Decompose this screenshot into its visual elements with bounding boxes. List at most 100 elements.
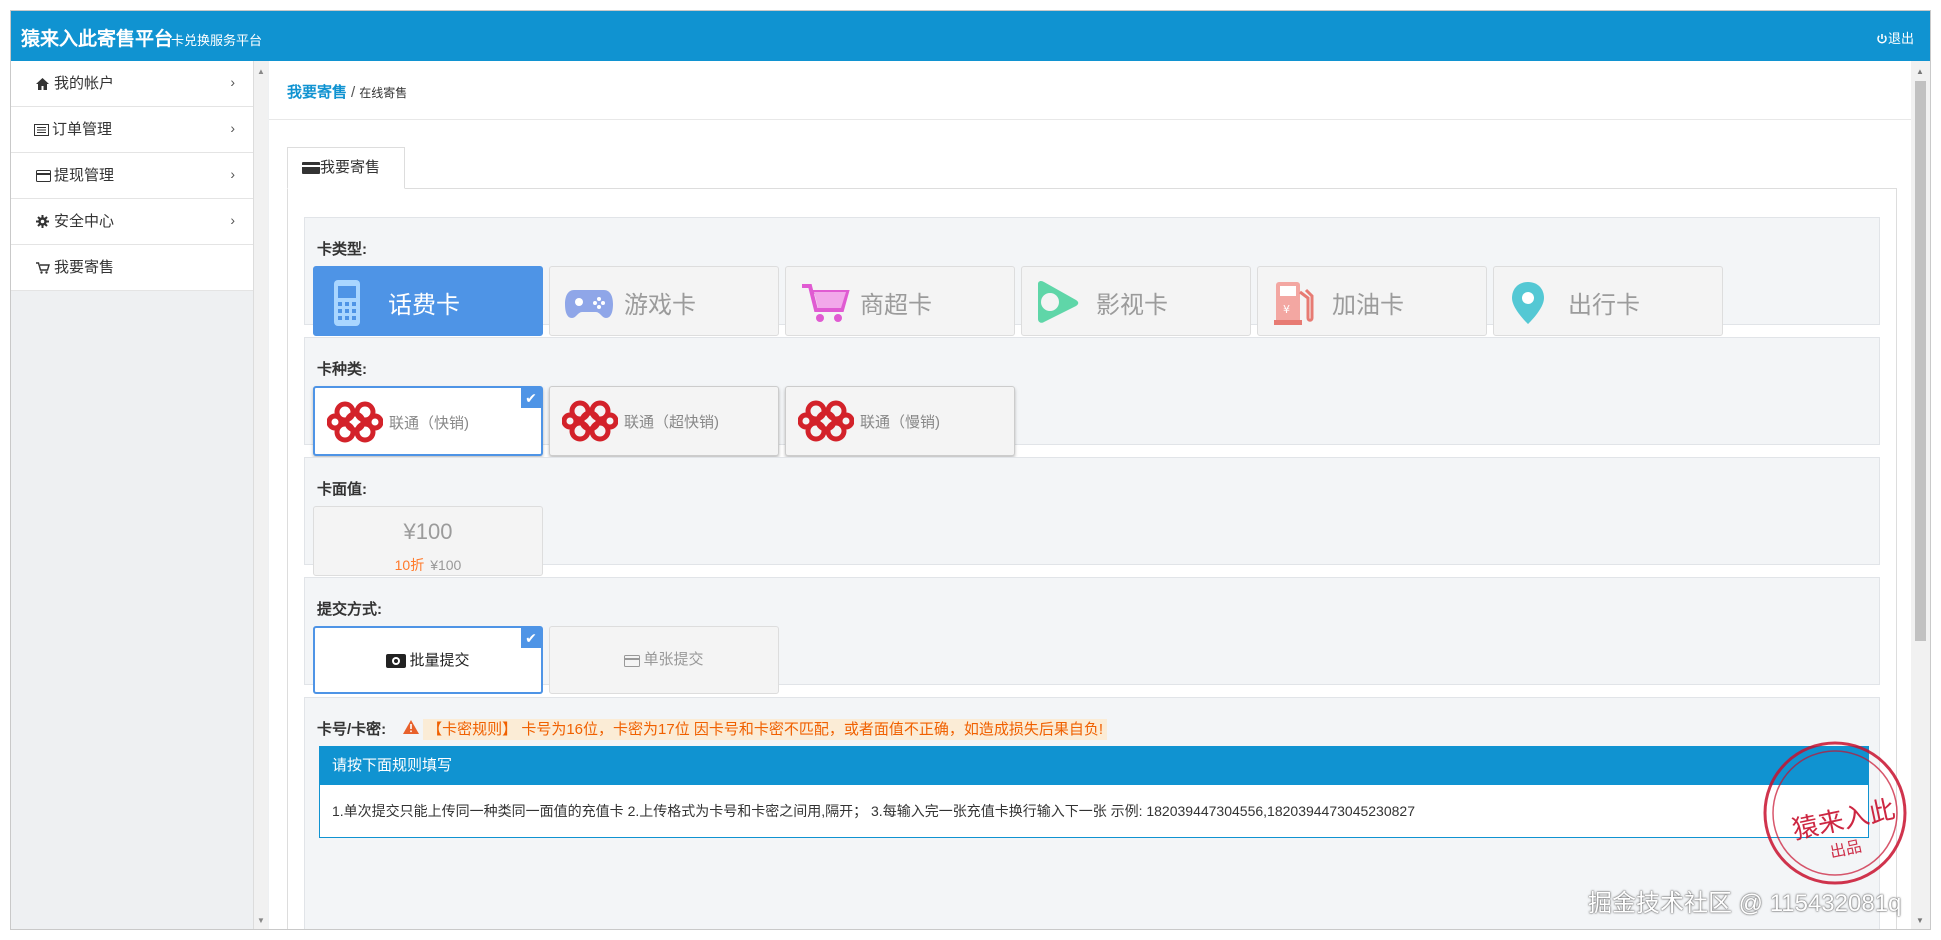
- breadcrumb-link[interactable]: 我要寄售: [287, 84, 347, 101]
- svg-text:出品: 出品: [1828, 836, 1863, 861]
- card-type-travel[interactable]: 出行卡: [1493, 266, 1723, 336]
- sidebar-scrollbar[interactable]: ▲ ▼: [254, 61, 268, 929]
- scroll-up-icon[interactable]: ▲: [1916, 67, 1924, 76]
- china-unicom-logo-icon: [798, 400, 854, 442]
- card-kind-label-text: 联通（慢销): [860, 414, 940, 431]
- card-value-sub: 10折 ¥100: [314, 555, 542, 575]
- card-icon: [302, 162, 320, 174]
- card-icon: [624, 655, 641, 667]
- tab-label: 我要寄售: [320, 159, 381, 176]
- checkmark-icon: ✔: [521, 628, 541, 648]
- submit-mode-section: 提交方式: 批量提交 ✔ 单张提交: [304, 577, 1880, 694]
- card-value-amount: ¥100: [403, 519, 453, 544]
- breadcrumb-current: 在线寄售: [359, 86, 408, 100]
- card-icon: [36, 155, 52, 201]
- logout-label: 退出: [1887, 31, 1914, 46]
- warning-icon: [403, 720, 419, 734]
- scroll-up-icon[interactable]: ▲: [257, 67, 265, 76]
- card-value-option[interactable]: ¥100 10折 ¥100: [313, 506, 543, 576]
- sidebar-item-security[interactable]: 安全中心 ›: [11, 199, 253, 245]
- scrollbar-thumb[interactable]: [1915, 81, 1926, 641]
- chevron-right-icon: ›: [230, 74, 235, 90]
- submit-option-label: 单张提交: [643, 651, 704, 668]
- fill-rules-body: 1.单次提交只能上传同一种类同一面值的充值卡 2.上传格式为卡号和卡密之间用,隔…: [332, 803, 1415, 819]
- chevron-right-icon: ›: [230, 120, 235, 136]
- sidebar-item-orders[interactable]: 订单管理 ›: [11, 107, 253, 153]
- card-rule-warning: 【卡密规则】 卡号为16位，卡密为17位 因卡号和卡密不匹配，或者面值不正确，如…: [403, 718, 1108, 740]
- consign-panel: 卡类型: 话费卡 游戏卡 商超卡 影视卡 ¥ 加油卡 出行卡 卡种类: 联通（快…: [287, 188, 1897, 929]
- sidebar-item-label: 我的帐户: [54, 75, 115, 92]
- app-window: 猿来入此寄售平台 卡兑换服务平台 退出 我的帐户 › 订单管理 › 提现管理 ›…: [10, 10, 1931, 930]
- submit-single-option[interactable]: 单张提交: [549, 626, 779, 694]
- fuel-icon: ¥: [1274, 282, 1314, 325]
- card-type-label: 卡类型:: [317, 241, 367, 258]
- card-type-label-text: 出行卡: [1568, 292, 1640, 319]
- card-type-label-text: 影视卡: [1096, 292, 1168, 319]
- card-kind-section: 卡种类: 联通（快销) ✔ 联通（超快销) 联通（慢销): [304, 337, 1880, 456]
- discount-text: 10折: [394, 557, 425, 573]
- gear-icon: [36, 201, 52, 247]
- card-type-phone[interactable]: 话费卡: [313, 266, 543, 336]
- sub-value-text: ¥100: [430, 557, 462, 573]
- china-unicom-logo-icon: [327, 401, 383, 443]
- sidebar-item-label: 我要寄售: [54, 259, 115, 276]
- chevron-right-icon: ›: [230, 212, 235, 228]
- card-type-label-text: 话费卡: [388, 292, 460, 319]
- china-unicom-logo-icon: [562, 400, 618, 442]
- card-secret-label: 卡号/卡密:: [317, 721, 387, 738]
- card-rule-text: 【卡密规则】 卡号为16位，卡密为17位 因卡号和卡密不匹配，或者面值不正确，如…: [423, 719, 1108, 740]
- scroll-down-icon[interactable]: ▼: [1916, 916, 1924, 925]
- top-bar: 猿来入此寄售平台 卡兑换服务平台 退出: [11, 11, 1930, 61]
- card-kind-unicom-super-fast[interactable]: 联通（超快销): [549, 386, 779, 456]
- checkmark-icon: ✔: [521, 388, 541, 408]
- card-kind-label: 卡种类:: [317, 361, 367, 378]
- svg-text:¥: ¥: [1283, 303, 1290, 316]
- batch-card-icon: [386, 654, 407, 668]
- fill-rules-box: 请按下面规则填写 1.单次提交只能上传同一种类同一面值的充值卡 2.上传格式为卡…: [319, 746, 1869, 838]
- svg-text:猿来入此: 猿来入此: [1790, 795, 1898, 846]
- gamepad-icon: [565, 290, 613, 318]
- phone-icon: [334, 280, 360, 326]
- app-title: 猿来入此寄售平台: [21, 29, 174, 50]
- card-type-section: 卡类型: 话费卡 游戏卡 商超卡 影视卡 ¥ 加油卡 出行卡: [304, 217, 1880, 336]
- app-subtitle: 卡兑换服务平台: [171, 33, 263, 48]
- submit-option-label: 批量提交: [409, 652, 470, 669]
- card-kind-label-text: 联通（快销): [389, 415, 469, 432]
- card-kind-unicom-fast[interactable]: 联通（快销) ✔: [313, 386, 543, 456]
- submit-mode-label: 提交方式:: [317, 601, 382, 618]
- logout-button[interactable]: 退出: [1876, 28, 1914, 47]
- location-pin-icon: [1512, 282, 1544, 324]
- sidebar: 我的帐户 › 订单管理 › 提现管理 › 安全中心 › 我要寄售: [11, 61, 254, 929]
- card-type-label-text: 加油卡: [1332, 292, 1404, 319]
- card-type-fuel[interactable]: ¥ 加油卡: [1257, 266, 1487, 336]
- card-kind-unicom-slow[interactable]: 联通（慢销): [785, 386, 1015, 456]
- sidebar-item-consign[interactable]: 我要寄售: [11, 245, 253, 291]
- card-type-label-text: 游戏卡: [624, 292, 696, 319]
- card-type-label-text: 商超卡: [860, 292, 932, 319]
- card-type-shop[interactable]: 商超卡: [785, 266, 1015, 336]
- shopping-cart-icon: [802, 284, 850, 322]
- sidebar-item-label: 订单管理: [52, 121, 113, 138]
- fill-rules-title: 请按下面规则填写: [320, 747, 1868, 785]
- card-value-section: 卡面值: ¥100 10折 ¥100: [304, 457, 1880, 576]
- chevron-right-icon: ›: [230, 166, 235, 182]
- submit-batch-option[interactable]: 批量提交 ✔: [313, 626, 543, 694]
- play-icon: [1038, 280, 1079, 323]
- sidebar-item-withdraw[interactable]: 提现管理 ›: [11, 153, 253, 199]
- power-icon: [1877, 34, 1887, 44]
- page-scrollbar[interactable]: ▲ ▼: [1911, 61, 1930, 929]
- sidebar-item-label: 安全中心: [54, 213, 115, 230]
- tab-consign[interactable]: 我要寄售: [287, 147, 405, 189]
- home-icon: [36, 63, 52, 109]
- card-type-game[interactable]: 游戏卡: [549, 266, 779, 336]
- scroll-down-icon[interactable]: ▼: [257, 916, 265, 925]
- sidebar-item-label: 提现管理: [54, 167, 115, 184]
- card-type-video[interactable]: 影视卡: [1021, 266, 1251, 336]
- list-icon: [34, 109, 50, 155]
- sidebar-item-account[interactable]: 我的帐户 ›: [11, 61, 253, 107]
- card-kind-label-text: 联通（超快销): [624, 414, 719, 431]
- breadcrumb-separator: /: [351, 84, 356, 101]
- breadcrumb: 我要寄售 / 在线寄售: [287, 81, 407, 102]
- card-value-label: 卡面值:: [317, 481, 367, 498]
- divider: [269, 119, 1912, 120]
